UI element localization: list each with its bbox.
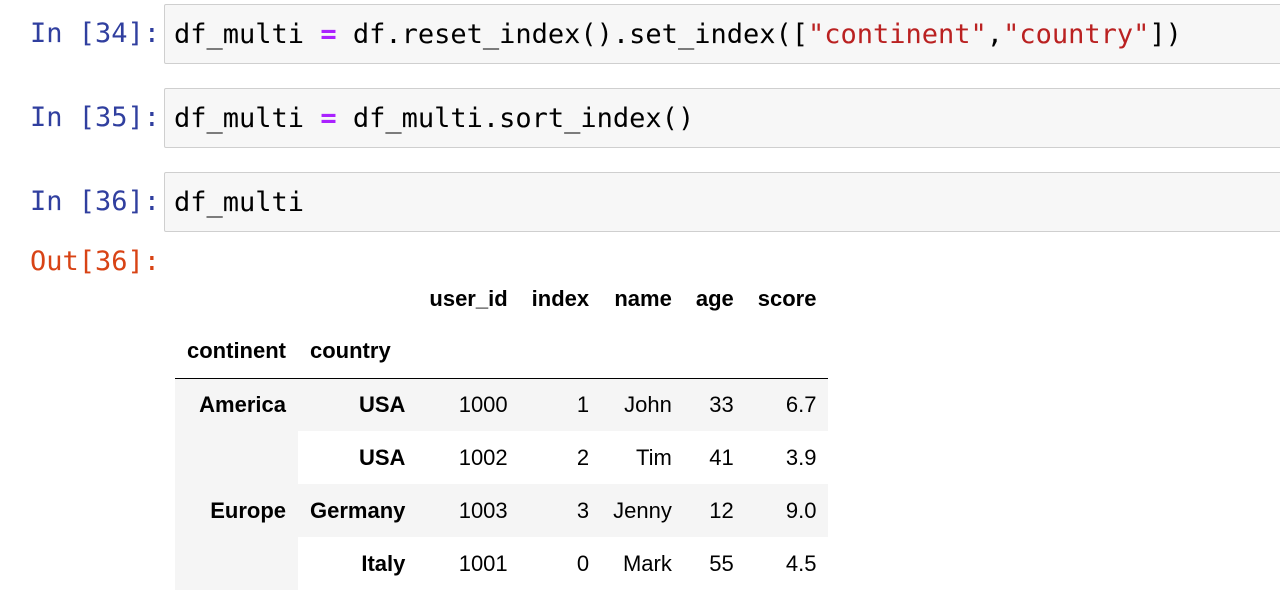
row-index-country: USA bbox=[358, 444, 406, 470]
input-prompt: In [35]: bbox=[29, 102, 160, 133]
column-header: index bbox=[531, 285, 590, 311]
column-header: name bbox=[614, 285, 672, 311]
table-cell: 55 bbox=[709, 550, 734, 576]
column-header: score bbox=[757, 285, 817, 311]
dataframe-table: user_id index name age score continent c… bbox=[175, 272, 829, 590]
code-operator: = bbox=[320, 103, 337, 134]
table-cell: 1 bbox=[519, 378, 602, 431]
code-text: df_multi.sort_index() bbox=[336, 103, 695, 134]
table-cell: 33 bbox=[683, 378, 746, 431]
table-cell: 1001 bbox=[458, 550, 508, 576]
row-index-continent: America bbox=[175, 378, 298, 431]
header-blank bbox=[601, 325, 684, 378]
index-name: continent bbox=[187, 338, 286, 364]
index-name-row: continent country bbox=[175, 325, 829, 378]
table-row: Europe USA 1002 2 Tim 41 3.9 bbox=[175, 431, 828, 590]
code-text: df.reset_index().set_index([ bbox=[336, 19, 808, 50]
table-cell: 4.5 bbox=[785, 550, 817, 576]
code-text: , bbox=[986, 19, 1004, 50]
header-blank bbox=[684, 325, 746, 378]
table-cell: 1000 bbox=[417, 378, 520, 431]
table-cell: 3.9 bbox=[785, 444, 817, 470]
row-index-country: USA bbox=[298, 378, 418, 431]
output-prompt: Out[36]: bbox=[29, 246, 160, 277]
table-cell: 1002 bbox=[458, 444, 508, 470]
table-cell: 3 bbox=[519, 484, 602, 537]
row-index-country: Germany bbox=[298, 484, 418, 537]
column-header: age bbox=[695, 285, 734, 311]
header-blank bbox=[298, 272, 417, 325]
header-blank bbox=[175, 272, 298, 325]
code-text: df_multi bbox=[174, 19, 321, 50]
input-prompt: In [34]: bbox=[29, 18, 160, 49]
header-blank bbox=[746, 325, 829, 378]
table-cell: 0 bbox=[576, 550, 590, 576]
code-cell-36: In [36]: df_multi bbox=[0, 172, 1280, 232]
code-text: df_multi bbox=[174, 187, 305, 218]
code-operator: = bbox=[320, 19, 337, 50]
code-text: ]) bbox=[1149, 19, 1182, 50]
code-cell-34: In [34]: df_multi = df.reset_index().set… bbox=[0, 4, 1280, 64]
code-input[interactable]: df_multi bbox=[164, 172, 1280, 232]
code-input[interactable]: df_multi = df.reset_index().set_index(["… bbox=[164, 4, 1280, 64]
row-index-country: Italy bbox=[361, 550, 406, 576]
table-cell: John bbox=[601, 378, 684, 431]
header-blank bbox=[520, 325, 601, 378]
code-string: "continent" bbox=[807, 19, 987, 50]
code-string: "country" bbox=[1003, 19, 1150, 50]
code-cell-35: In [35]: df_multi = df_multi.sort_index(… bbox=[0, 88, 1280, 148]
index-name: country bbox=[310, 338, 391, 364]
code-text: df_multi bbox=[174, 103, 321, 134]
table-cell: Jenny bbox=[601, 484, 684, 537]
table-cell: Mark bbox=[622, 550, 672, 576]
code-input[interactable]: df_multi = df_multi.sort_index() bbox=[164, 88, 1280, 148]
column-header: user_id bbox=[429, 285, 508, 311]
header-blank bbox=[417, 325, 519, 378]
table-cell: 41 bbox=[709, 444, 734, 470]
table-cell: 6.7 bbox=[745, 378, 829, 431]
input-prompt: In [36]: bbox=[29, 186, 160, 217]
table-cell: 12 bbox=[683, 484, 746, 537]
table-cell: 1003 bbox=[417, 484, 520, 537]
table-cell: 9.0 bbox=[745, 484, 829, 537]
table-cell: Tim bbox=[636, 444, 672, 470]
table-row: America USA 1000 1 John 33 6.7 bbox=[175, 378, 829, 431]
row-index-continent: Europe bbox=[175, 431, 298, 590]
column-header-row: user_id index name age score bbox=[175, 272, 828, 325]
table-cell: 2 bbox=[576, 444, 590, 470]
